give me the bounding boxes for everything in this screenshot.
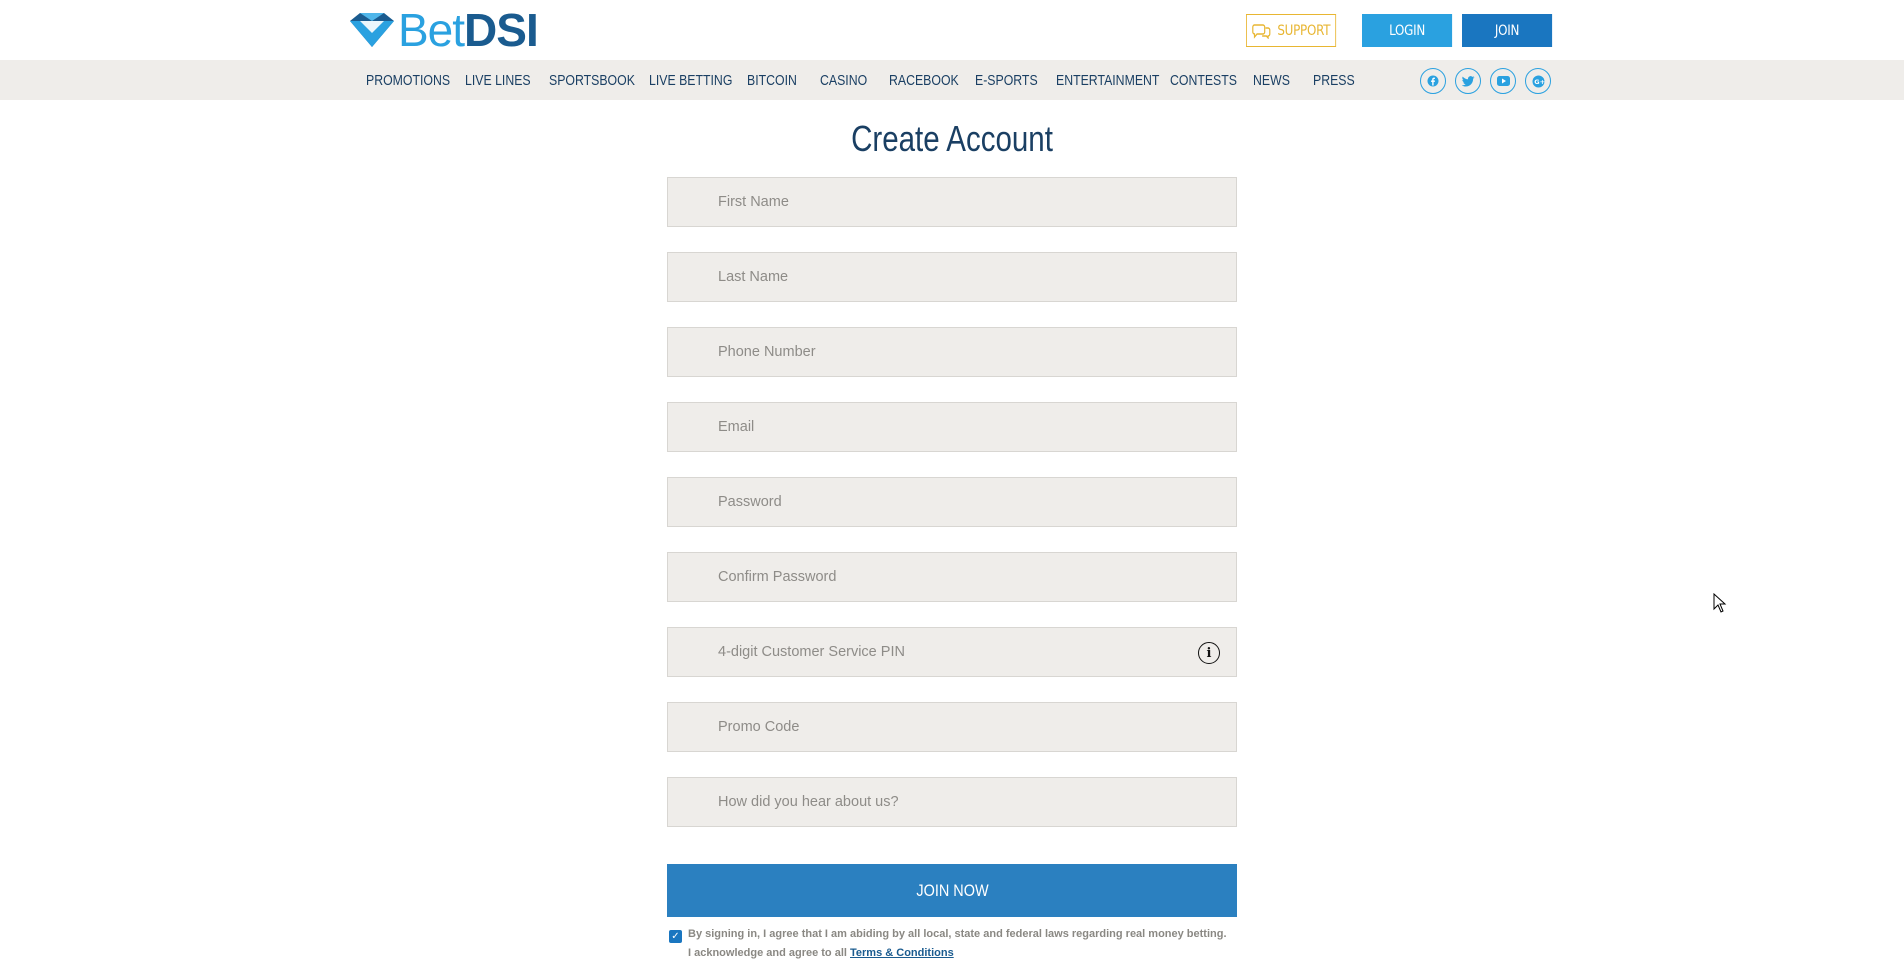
login-button[interactable]: LOGIN [1362, 14, 1453, 47]
agreement: ✓ By signing in, I agree that I am abidi… [669, 928, 1229, 963]
svg-text:G+: G+ [1534, 78, 1545, 86]
nav-item-bitcoin[interactable]: BITCOIN [747, 72, 807, 89]
nav-item-entertainment[interactable]: ENTERTAINMENT [1056, 72, 1159, 89]
youtube-icon[interactable] [1490, 68, 1516, 94]
phone-input[interactable] [668, 328, 1236, 376]
mouse-cursor-icon [1713, 593, 1727, 613]
join-button[interactable]: JOIN [1462, 14, 1553, 47]
pin-input[interactable] [668, 628, 1236, 676]
referral-input[interactable] [668, 778, 1236, 826]
agreement-text: By signing in, I agree that I am abiding… [688, 925, 1229, 963]
top-header: BetDSI SUPPORT LOGIN JOIN [0, 0, 1904, 60]
promo-code-field[interactable] [667, 702, 1237, 752]
support-label: SUPPORT [1277, 22, 1331, 39]
nav-item-promotions[interactable]: PROMOTIONS [366, 72, 450, 89]
social-links: G+ [1420, 68, 1560, 94]
logo-bet: Bet [398, 4, 465, 56]
nav-item-live-lines[interactable]: LIVE LINES [465, 72, 534, 89]
nav-items: PROMOTIONS LIVE LINES SPORTSBOOK LIVE BE… [366, 60, 1363, 100]
nav-item-news[interactable]: NEWS [1253, 72, 1302, 89]
nav-item-press[interactable]: PRESS [1313, 72, 1355, 89]
page-title: Create Account [851, 118, 1053, 159]
terms-link[interactable]: Terms & Conditions [850, 947, 954, 959]
support-button[interactable]: SUPPORT [1246, 14, 1337, 47]
info-icon[interactable]: i [1198, 642, 1220, 664]
last-name-input[interactable] [668, 253, 1236, 301]
logo-wordmark: BetDSI [398, 7, 539, 53]
nav-item-e-sports[interactable]: E-SPORTS [975, 72, 1041, 89]
pin-field[interactable]: i [667, 627, 1237, 677]
agreement-checkbox[interactable]: ✓ [669, 930, 682, 943]
chat-icon [1252, 23, 1271, 39]
first-name-input[interactable] [668, 178, 1236, 226]
referral-field[interactable] [667, 777, 1237, 827]
diamond-logo-icon [350, 13, 394, 47]
email-input[interactable] [668, 403, 1236, 451]
main-nav: PROMOTIONS LIVE LINES SPORTSBOOK LIVE BE… [0, 60, 1904, 100]
nav-item-racebook[interactable]: RACEBOOK [889, 72, 960, 89]
logo-dsi: DSI [464, 4, 539, 56]
email-field[interactable] [667, 402, 1237, 452]
join-label: JOIN [1494, 22, 1520, 39]
agreement-copy: By signing in, I agree that I am abiding… [688, 928, 1227, 959]
confirm-password-field[interactable] [667, 552, 1237, 602]
password-input[interactable] [668, 478, 1236, 526]
nav-item-casino[interactable]: CASINO [820, 72, 877, 89]
facebook-icon[interactable] [1420, 68, 1446, 94]
promo-code-input[interactable] [668, 703, 1236, 751]
twitter-icon[interactable] [1455, 68, 1481, 94]
betdsi-logo[interactable]: BetDSI [350, 7, 539, 53]
join-now-label: JOIN NOW [915, 880, 989, 900]
nav-item-sportsbook[interactable]: SPORTSBOOK [549, 72, 635, 89]
nav-item-live-betting[interactable]: LIVE BETTING [649, 72, 732, 89]
join-now-button[interactable]: JOIN NOW [667, 864, 1237, 917]
first-name-field[interactable] [667, 177, 1237, 227]
login-label: LOGIN [1389, 22, 1426, 39]
password-field[interactable] [667, 477, 1237, 527]
last-name-field[interactable] [667, 252, 1237, 302]
phone-field[interactable] [667, 327, 1237, 377]
nav-item-contests[interactable]: CONTESTS [1170, 72, 1238, 89]
confirm-password-input[interactable] [668, 553, 1236, 601]
google-plus-icon[interactable]: G+ [1525, 68, 1551, 94]
